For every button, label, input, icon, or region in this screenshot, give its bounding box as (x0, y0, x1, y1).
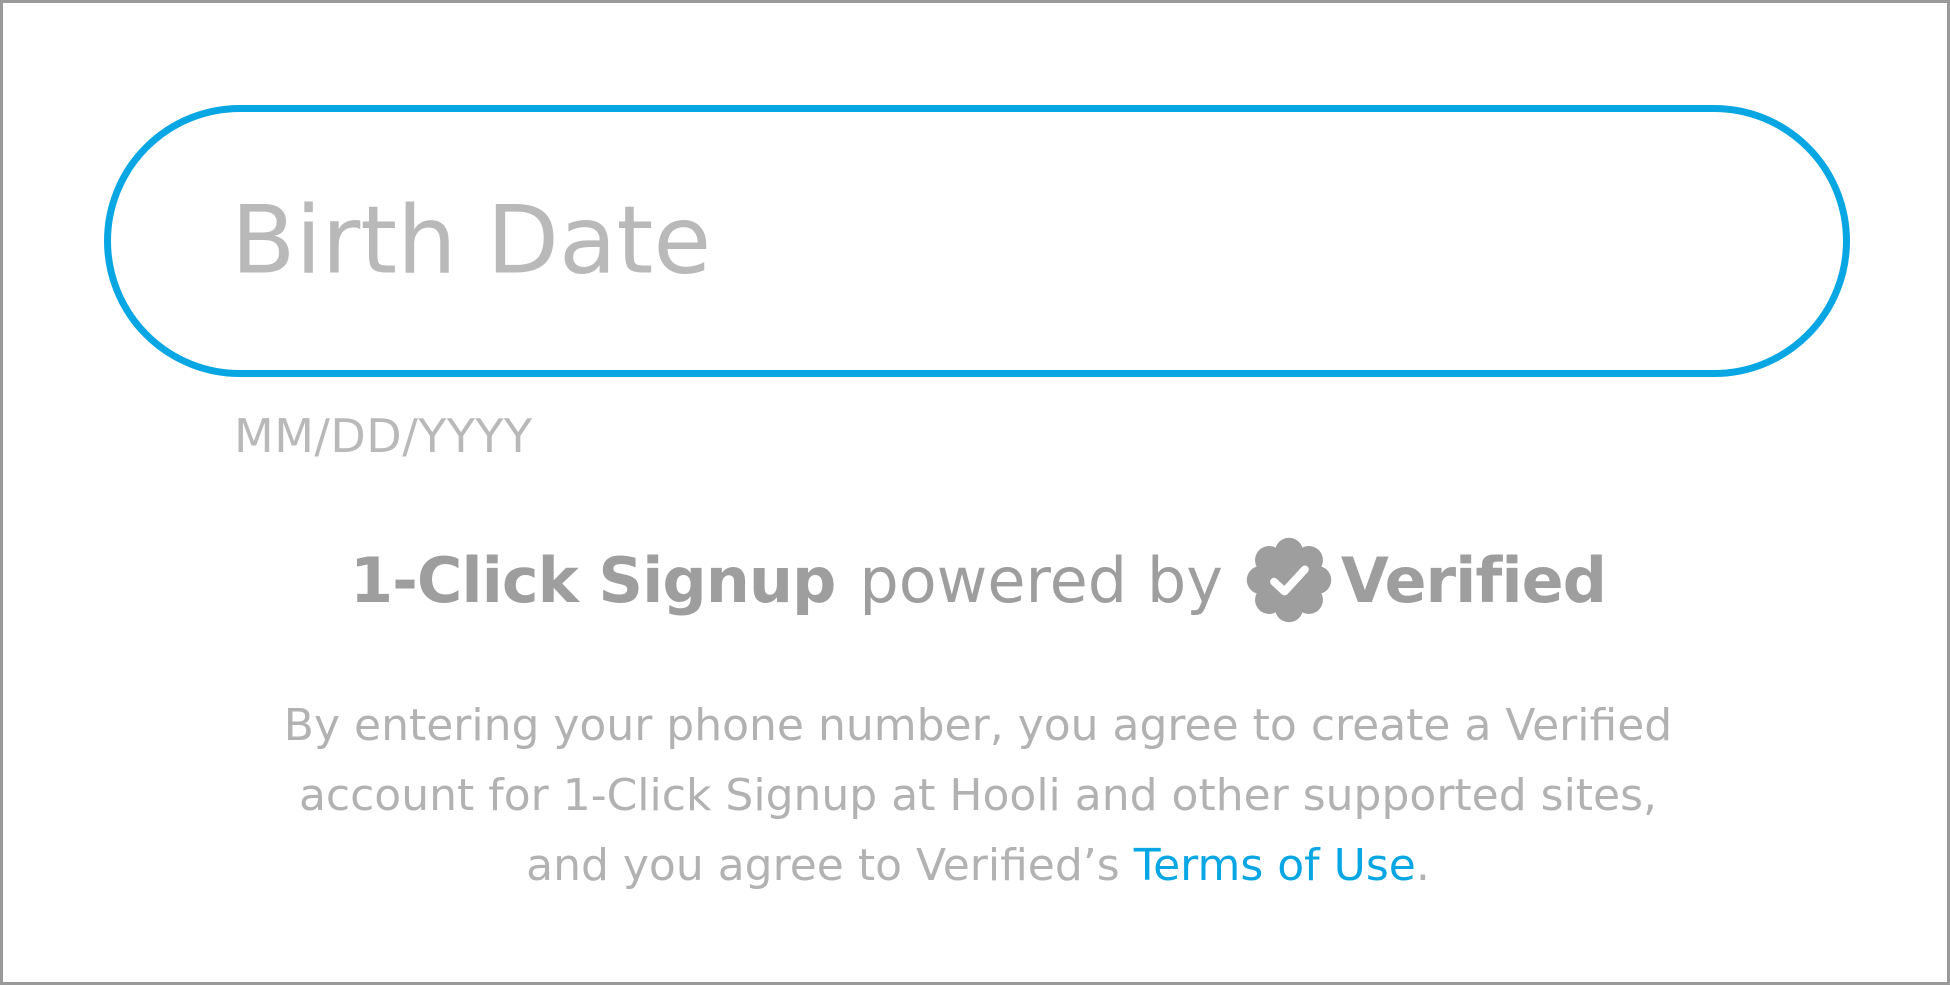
terms-line-2: account for 1-Click Signup at Hooli and … (298, 770, 1658, 821)
terms-of-use-link[interactable]: Terms of Use (1134, 840, 1416, 891)
terms-line-3: and you agree to Verified’s Terms of Use… (3, 831, 1950, 901)
product-name: 1-Click Signup (349, 543, 836, 617)
verified-brand-name: Verified (1340, 543, 1607, 617)
terms-notice: By entering your phone number, you agree… (3, 691, 1950, 901)
powered-by-text: powered by (859, 543, 1223, 617)
terms-line-1: By entering your phone number, you agree… (283, 700, 1673, 751)
verified-badge-icon (1245, 536, 1333, 624)
powered-by-line: 1-Click Signup powered by Verified (3, 536, 1950, 624)
birth-date-input[interactable] (231, 186, 1711, 296)
date-format-hint: MM/DD/YYYY (234, 409, 533, 463)
terms-line-3-suffix: . (1415, 840, 1430, 891)
birth-date-field[interactable] (104, 105, 1850, 377)
terms-line-3-prefix: and you agree to Verified’s (526, 840, 1134, 891)
signup-frame: MM/DD/YYYY 1-Click Signup powered by (0, 0, 1950, 985)
